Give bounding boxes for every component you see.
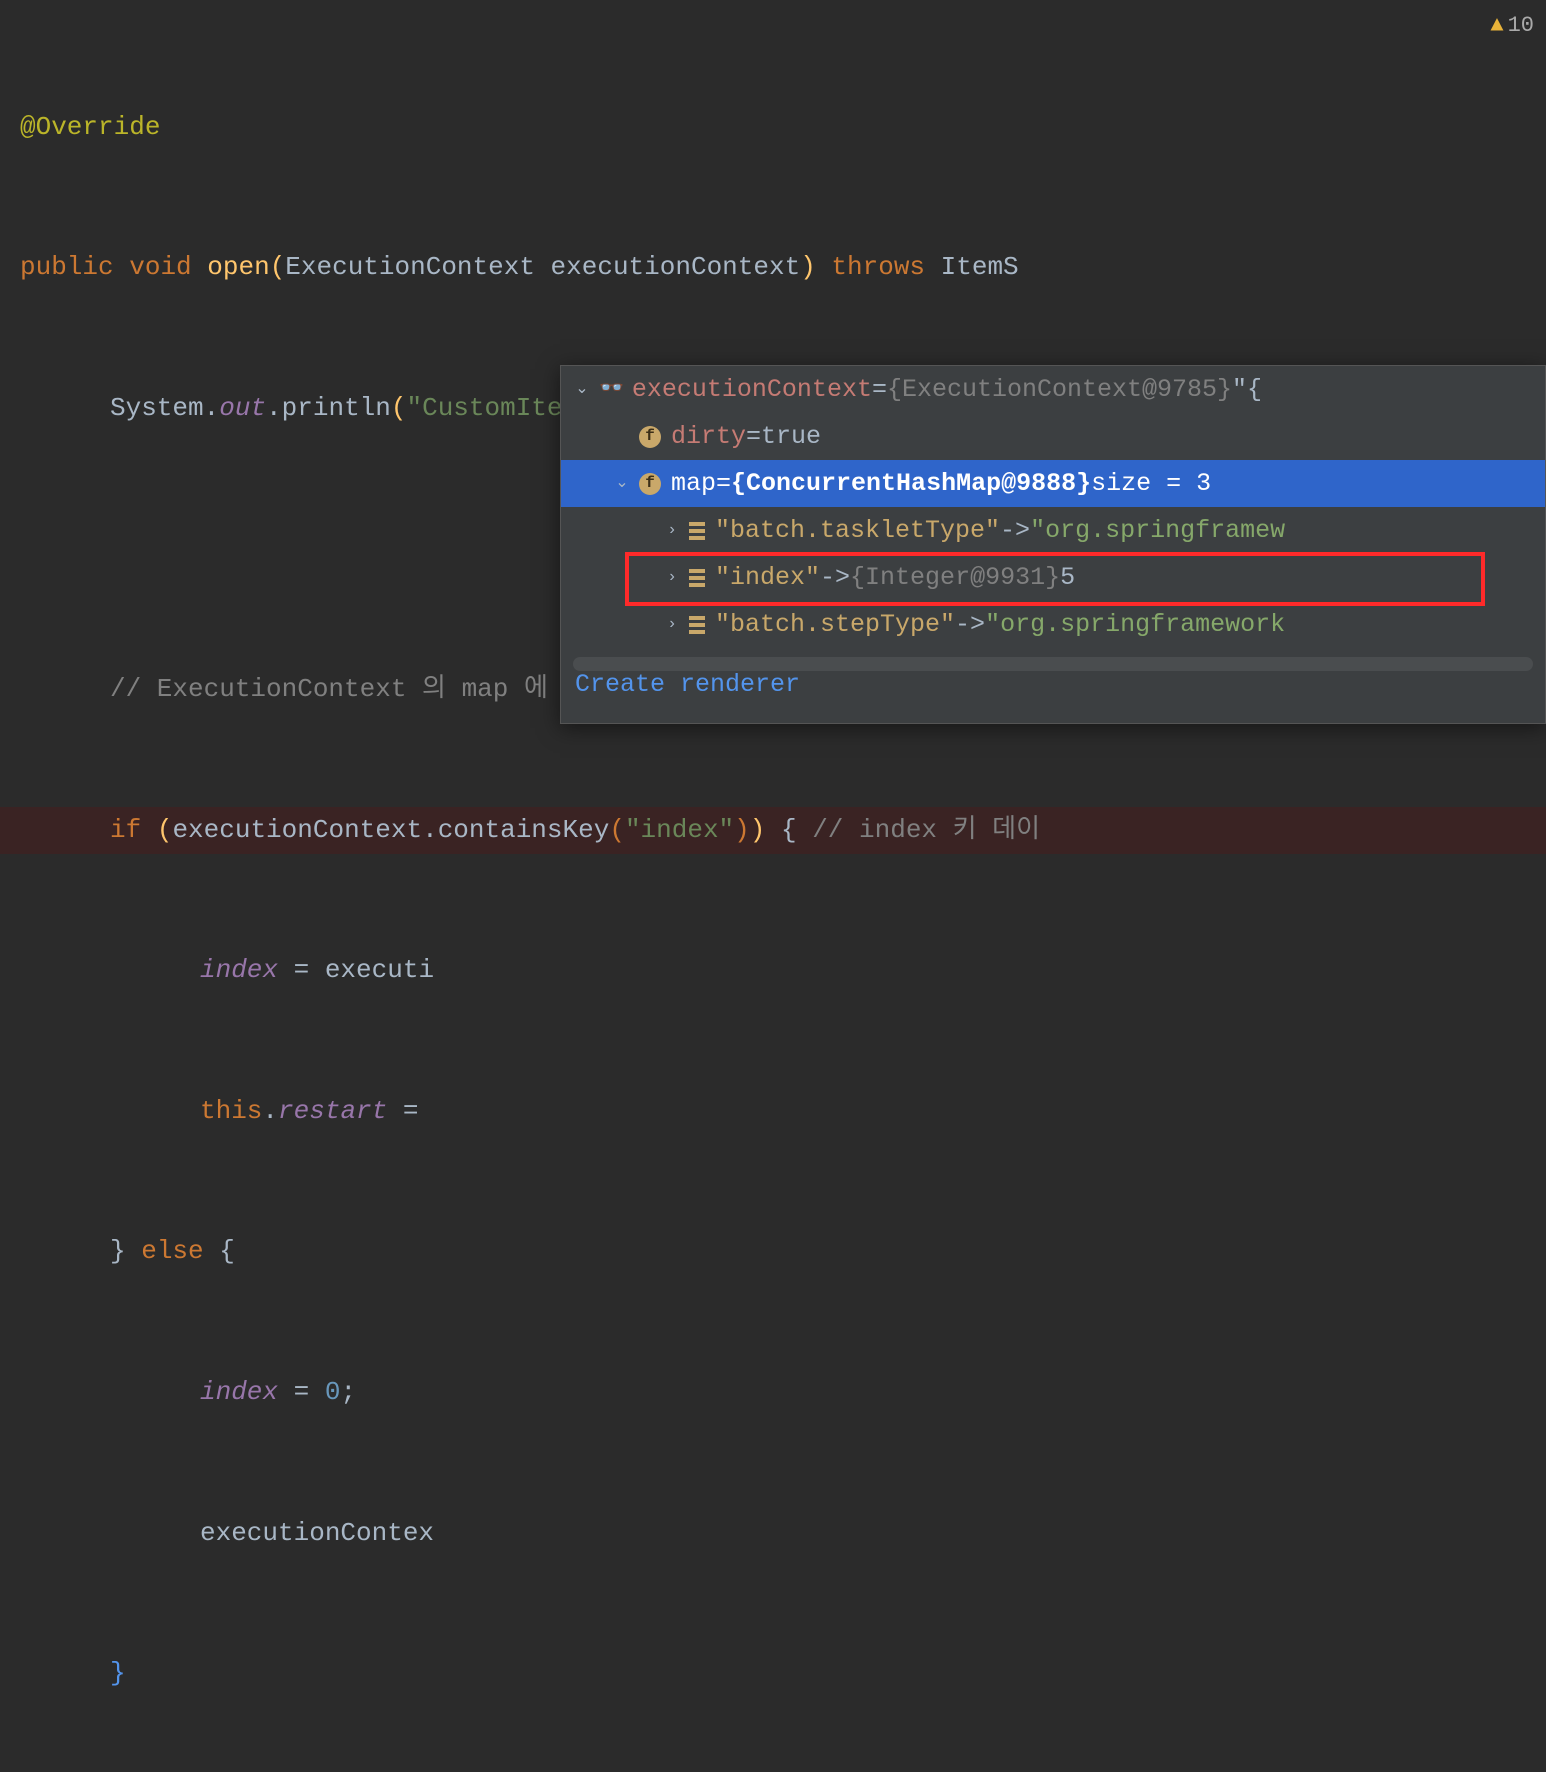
code-line[interactable]: this.restart =	[20, 1088, 1546, 1135]
map-entry-icon	[689, 616, 705, 634]
debug-tree-node[interactable]: ⌄ 👓 executionContext = {ExecutionContext…	[561, 366, 1545, 413]
debug-inspect-popup[interactable]: ⌄ 👓 executionContext = {ExecutionContext…	[560, 365, 1546, 724]
chevron-right-icon[interactable]: ›	[661, 610, 683, 639]
chevron-right-icon[interactable]: ›	[661, 563, 683, 592]
code-line[interactable]: } else {	[20, 1228, 1546, 1275]
map-entry-icon	[689, 569, 705, 587]
code-editor[interactable]: @Override public void open(ExecutionCont…	[0, 0, 1546, 1772]
code-line[interactable]: index = 0;	[20, 1369, 1546, 1416]
code-line[interactable]: if (executionContext.containsKey("index"…	[20, 807, 1546, 854]
map-entry-icon	[689, 522, 705, 540]
code-line[interactable]: executionContex	[20, 1510, 1546, 1557]
debug-tree-node[interactable]: › "batch.taskletType" -> "org.springfram…	[561, 507, 1545, 554]
debug-tree-node[interactable]: f dirty = true	[561, 413, 1545, 460]
watch-icon: 👓	[599, 372, 624, 408]
debug-tree-node[interactable]: › "batch.stepType" -> "org.springframewo…	[561, 601, 1545, 648]
chevron-down-icon[interactable]: ⌄	[571, 375, 593, 404]
code-line[interactable]: index = executi	[20, 947, 1546, 994]
annotation: @Override	[20, 104, 160, 151]
horizontal-scrollbar[interactable]	[573, 657, 1533, 671]
chevron-down-icon[interactable]: ⌄	[611, 469, 633, 498]
code-line[interactable]: }	[20, 1650, 1546, 1697]
debug-tree-node-selected[interactable]: ⌄ f map = {ConcurrentHashMap@9888} size …	[561, 460, 1545, 507]
field-icon: f	[639, 473, 661, 495]
field-icon: f	[639, 426, 661, 448]
debug-tree-node[interactable]: › "index" -> {Integer@9931} 5	[561, 554, 1545, 601]
code-line[interactable]: @Override	[20, 104, 1546, 151]
chevron-right-icon[interactable]: ›	[661, 516, 683, 545]
code-line[interactable]: public void open(ExecutionContext execut…	[20, 244, 1546, 291]
